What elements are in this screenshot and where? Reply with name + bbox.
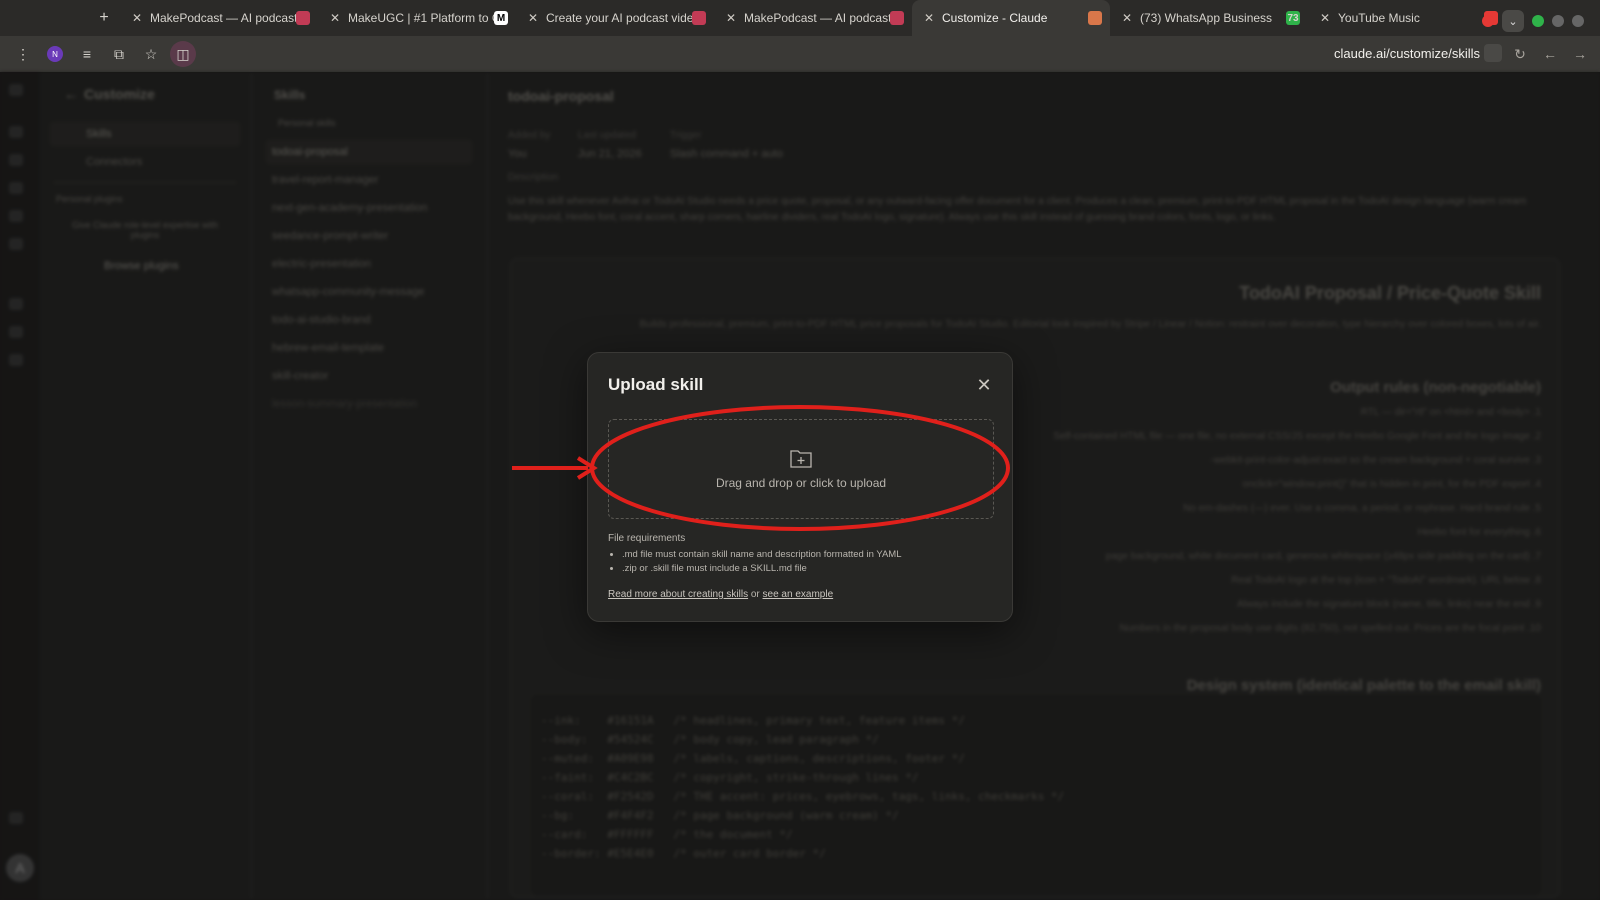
site-settings-icon[interactable] xyxy=(1484,44,1502,62)
tab-favicon: M xyxy=(494,11,508,25)
requirement-item: .zip or .skill file must include a SKILL… xyxy=(622,562,902,576)
tab-close-icon[interactable]: ✕ xyxy=(722,11,740,25)
tab-favicon xyxy=(692,11,706,25)
profile-avatar[interactable]: N xyxy=(42,41,68,67)
close-icon[interactable]: ✕ xyxy=(972,373,996,397)
nav-buttons: ↻ ← → xyxy=(1508,42,1592,66)
browser-tab-bar: + ✕ MakePodcast — AI podcast v ✕ MakeUGC | … xyxy=(0,0,1600,36)
tab-favicon: 73 xyxy=(1286,11,1300,25)
close-window-button[interactable] xyxy=(1572,15,1584,27)
screenshot-extension-icon[interactable]: ◫ xyxy=(170,41,196,67)
tab-title: YouTube Music xyxy=(1338,11,1420,25)
browser-tab[interactable]: ✕ MakePodcast — AI podcast v xyxy=(714,0,912,36)
chevron-down-icon[interactable]: ⌄ xyxy=(1502,10,1524,32)
tab-strip: ✕ MakePodcast — AI podcast v ✕ MakeUGC | #1… xyxy=(120,0,1506,36)
tab-close-icon[interactable]: ✕ xyxy=(128,11,146,25)
browser-tab[interactable]: ✕ MakeUGC | #1 Platform to Cr M xyxy=(318,0,516,36)
see-example-link[interactable]: see an example xyxy=(763,589,834,600)
back-arrow-icon[interactable]: ← xyxy=(1538,42,1562,66)
tab-close-icon[interactable]: ✕ xyxy=(920,11,938,25)
help-links: Read more about creating skills or see a… xyxy=(608,589,833,600)
requirements-list: .md file must contain skill name and des… xyxy=(622,548,902,576)
tab-title: MakePodcast — AI podcast v xyxy=(744,11,890,25)
tab-close-icon[interactable]: ✕ xyxy=(326,11,344,25)
tab-close-icon[interactable]: ✕ xyxy=(1118,11,1136,25)
tab-favicon xyxy=(890,11,904,25)
tab-close-icon[interactable]: ✕ xyxy=(524,11,542,25)
tab-title: (73) WhatsApp Business xyxy=(1140,11,1273,25)
requirement-item: .md file must contain skill name and des… xyxy=(622,548,902,562)
profile-initial: N xyxy=(47,46,63,62)
upload-skill-dialog: Upload skill ✕ Drag and drop or click to… xyxy=(587,352,1013,622)
browser-tab[interactable]: ✕ (73) WhatsApp Business 73 xyxy=(1110,0,1308,36)
upload-dropzone[interactable]: Drag and drop or click to upload xyxy=(608,419,994,519)
maximize-button[interactable] xyxy=(1532,15,1544,27)
forward-arrow-icon[interactable]: → xyxy=(1568,42,1592,66)
folder-plus-icon xyxy=(790,450,812,468)
reading-list-icon[interactable]: ≡ xyxy=(74,41,100,67)
record-icon[interactable] xyxy=(1482,15,1494,27)
bookmark-star-icon[interactable]: ☆ xyxy=(138,41,164,67)
menu-dots-icon[interactable]: ⋮ xyxy=(10,41,36,67)
tab-favicon xyxy=(296,11,310,25)
tab-title: Customize - Claude xyxy=(942,11,1048,25)
tab-title: MakeUGC | #1 Platform to Cr xyxy=(348,11,494,25)
tab-title: MakePodcast — AI podcast v xyxy=(150,11,296,25)
link-separator: or xyxy=(748,589,763,600)
new-tab-button[interactable]: + xyxy=(88,0,120,36)
reload-icon[interactable]: ↻ xyxy=(1508,42,1532,66)
address-bar-url[interactable]: claude.ai/customize/skills xyxy=(1334,46,1480,61)
requirements-title: File requirements xyxy=(608,533,686,544)
tab-favicon xyxy=(1088,11,1102,25)
dropzone-label: Drag and drop or click to upload xyxy=(715,476,887,490)
browser-tab[interactable]: ✕ YouTube Music xyxy=(1308,0,1506,36)
dialog-title: Upload skill xyxy=(608,375,704,394)
minimize-button[interactable] xyxy=(1552,15,1564,27)
extensions-icon[interactable]: ⧉ xyxy=(106,41,132,67)
tab-close-icon[interactable]: ✕ xyxy=(1316,11,1334,25)
window-controls: ⌄ xyxy=(1482,10,1584,32)
creating-skills-link[interactable]: Read more about creating skills xyxy=(608,589,748,600)
tab-title: Create your AI podcast video xyxy=(546,11,692,25)
browser-tab[interactable]: ✕ MakePodcast — AI podcast v xyxy=(120,0,318,36)
browser-tab[interactable]: ✕ Customize - Claude xyxy=(912,0,1110,36)
browser-tab[interactable]: ✕ Create your AI podcast video xyxy=(516,0,714,36)
